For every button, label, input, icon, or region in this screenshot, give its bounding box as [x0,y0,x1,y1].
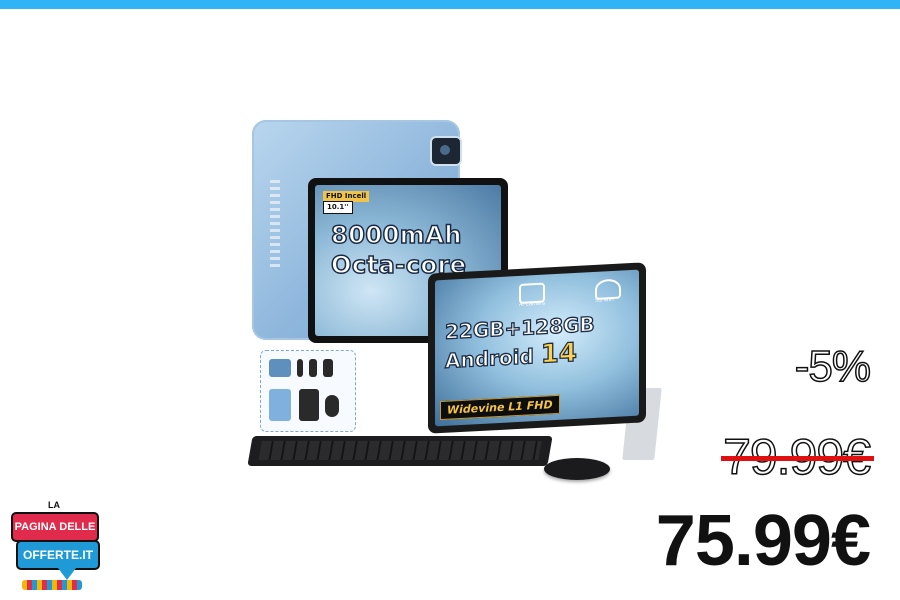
tablet-back-print [270,180,280,270]
os-spec: Android 14 [444,337,577,374]
charger-accessory-icon [309,359,317,377]
site-logo: LA PAGINA DELLE OFFERTE.IT [8,500,100,596]
case-accessory-icon [269,389,291,421]
adapter-accessory-icon [323,359,333,377]
tablet-with-keyboard: AI Camera 5G WiFi 22GB+128GB Android 14 … [428,262,646,434]
product-image: FHD Incell 10.1'' 8000mAh Octa-core AI C… [247,118,662,483]
old-price: 79.99€ [721,428,874,486]
mouse [544,458,610,480]
os-version: 14 [540,337,577,370]
keyboard [247,436,553,466]
mouse-accessory-icon [325,395,339,417]
logo-bottom-text: OFFERTE.IT [16,540,100,570]
tablet-keyboard-screen: AI Camera 5G WiFi 22GB+128GB Android 14 … [435,269,639,427]
discount-percent: -5% [794,341,872,392]
os-name: Android [444,344,534,374]
wifi-label: 5G WiFi [595,296,614,304]
pen-accessory-icon [297,359,303,377]
keyboard-accessory-icon [299,389,319,421]
logo-top-text: PAGINA DELLE [11,512,99,542]
screen-size-tag: 10.1'' [323,201,353,214]
tablet-accessory-icon [269,359,291,377]
camera-label: AI Camera [519,300,546,308]
logo-speech-tail [58,568,76,580]
current-price: 75.99€ [655,501,871,581]
accessories-box [260,350,356,432]
logo-small-text: LA [48,500,60,510]
rear-camera-icon [430,136,462,166]
strikethrough-line [721,456,874,461]
battery-spec: 8000mAh [330,220,462,250]
top-accent-bar [0,0,900,9]
cart-icon [22,580,82,590]
widevine-badge: Widevine L1 FHD [440,394,560,421]
